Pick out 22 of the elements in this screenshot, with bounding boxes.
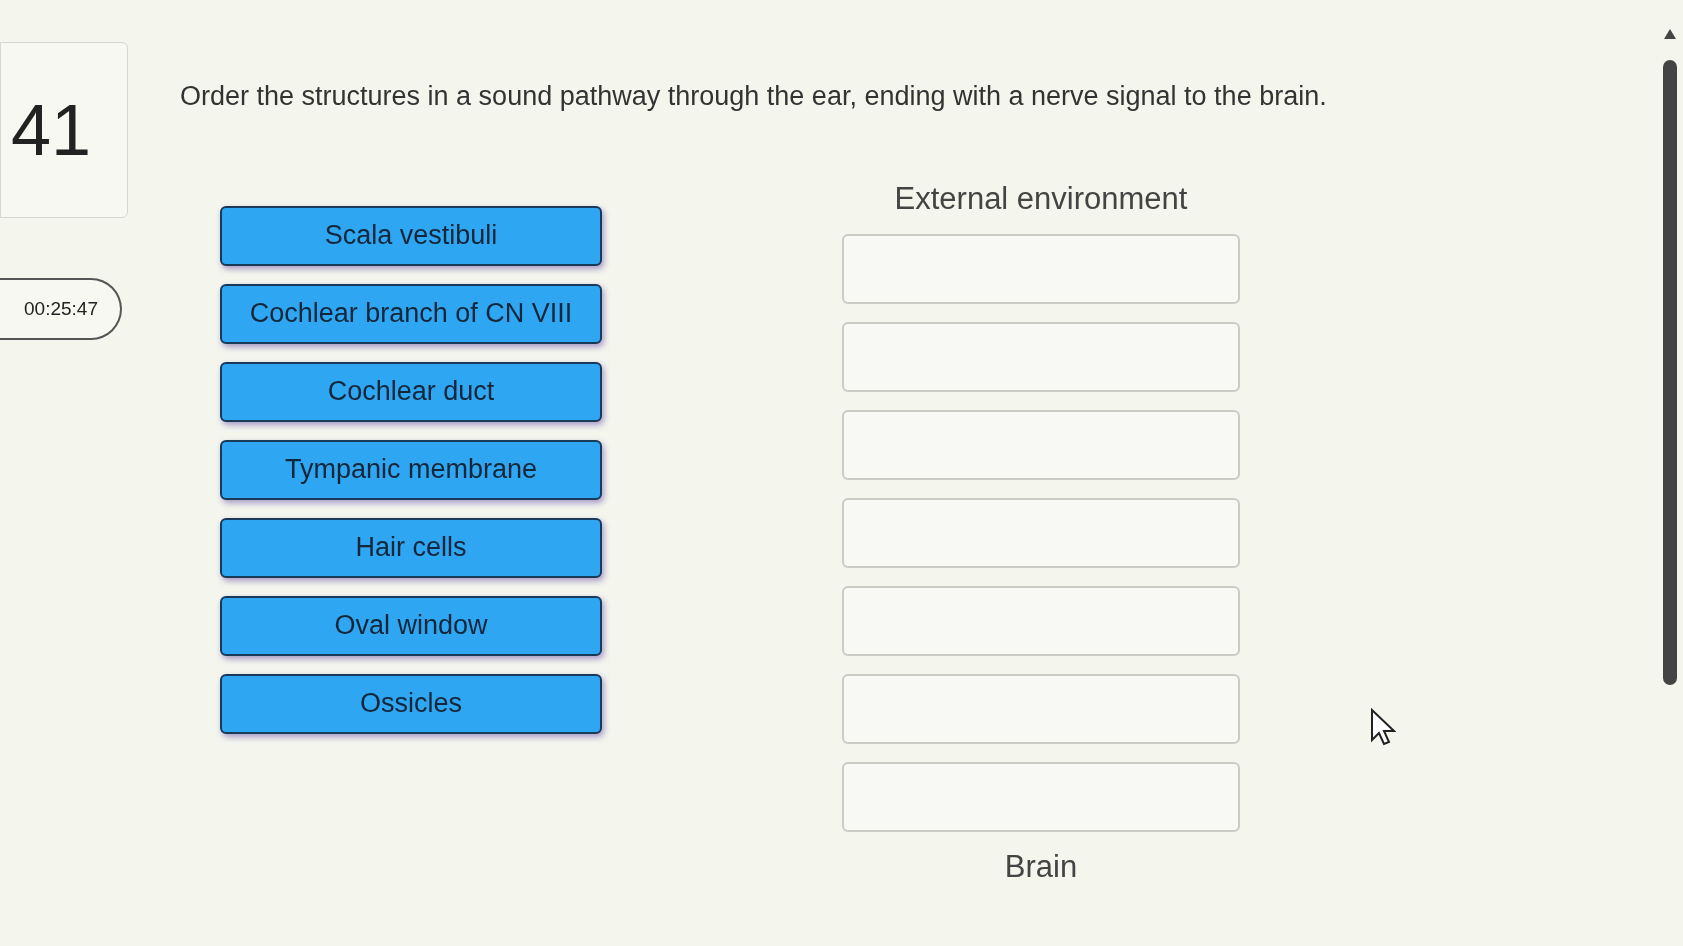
question-number: 41 bbox=[10, 94, 92, 166]
mouse-cursor-icon bbox=[1370, 708, 1396, 746]
draggable-choice[interactable]: Oval window bbox=[220, 595, 602, 656]
draggable-choice[interactable]: Tympanic membrane bbox=[220, 439, 602, 500]
sequence-end-label: Brain bbox=[1004, 848, 1078, 886]
draggable-choice[interactable]: Ossicles bbox=[220, 673, 602, 734]
drop-slot[interactable] bbox=[842, 498, 1240, 568]
drop-slot[interactable] bbox=[842, 234, 1240, 304]
scroll-up-icon[interactable] bbox=[1663, 28, 1677, 40]
draggable-choice[interactable]: Cochlear duct bbox=[220, 361, 602, 422]
timer: 00:25:47 bbox=[0, 278, 122, 340]
drop-slot[interactable] bbox=[842, 322, 1240, 392]
draggable-choice[interactable]: Scala vestibuli bbox=[220, 205, 602, 266]
draggable-choice[interactable]: Cochlear branch of CN VIII bbox=[220, 283, 602, 344]
draggable-choice[interactable]: Hair cells bbox=[220, 517, 602, 578]
drop-slot[interactable] bbox=[842, 586, 1240, 656]
drop-slot[interactable] bbox=[842, 410, 1240, 480]
scrollbar-thumb[interactable] bbox=[1663, 60, 1677, 685]
drop-slot[interactable] bbox=[842, 762, 1240, 832]
sequence-start-label: External environment bbox=[894, 179, 1188, 218]
drop-slot[interactable] bbox=[842, 674, 1240, 744]
question-prompt: Order the structures in a sound pathway through the ear, ending with a nerve signal to the brain. bbox=[180, 80, 1328, 113]
